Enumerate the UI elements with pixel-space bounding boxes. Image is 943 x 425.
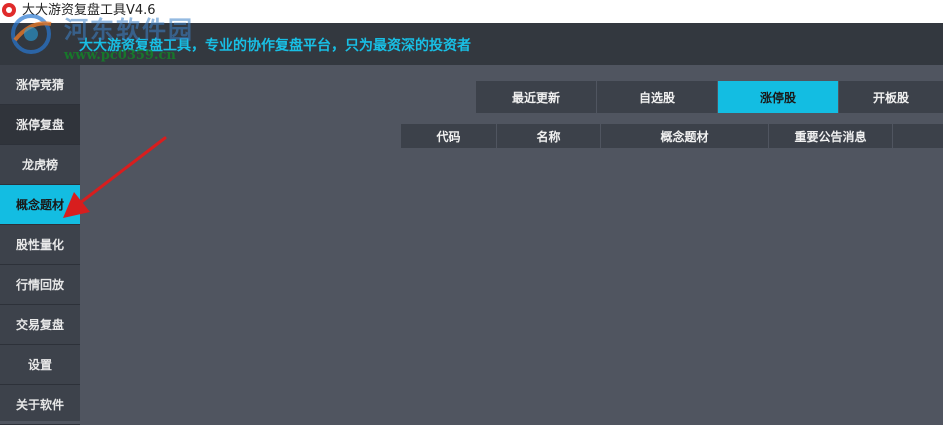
watermark-url: www.pc0359.cn	[64, 48, 176, 63]
watermark-logo-icon	[11, 14, 52, 54]
sidebar-item-label: 交易复盘	[15, 318, 64, 332]
tab-watchlist[interactable]: 自选股	[597, 81, 718, 113]
sidebar-item-dragon-tiger-list[interactable]: 龙虎榜	[0, 145, 80, 185]
sidebar-item-stock-quant[interactable]: 股性量化	[0, 225, 80, 265]
tab-label: 自选股	[638, 90, 675, 105]
column-label: 代码	[436, 129, 461, 144]
sidebar-item-trade-review[interactable]: 交易复盘	[0, 305, 80, 345]
sidebar-item-label: 关于软件	[15, 398, 64, 412]
table-header: 代码 名称 概念题材 重要公告消息	[401, 124, 943, 148]
column-label: 名称	[536, 129, 561, 144]
tab-limit-up-stocks[interactable]: 涨停股	[718, 81, 839, 113]
column-header-code[interactable]: 代码	[401, 124, 497, 148]
column-header-extra[interactable]	[893, 124, 943, 148]
stock-filter-tabs: 最近更新 自选股 涨停股 开板股	[476, 81, 943, 113]
sidebar-item-settings[interactable]: 设置	[0, 345, 80, 385]
tab-label: 开板股	[872, 90, 909, 105]
tab-recent-updates[interactable]: 最近更新	[476, 81, 597, 113]
sidebar-item-label: 股性量化	[15, 238, 64, 252]
sidebar-item-label: 涨停竞猜	[15, 78, 64, 92]
watermark-name: 河东软件园	[64, 16, 194, 44]
sidebar-item-concept-themes[interactable]: 概念题材	[0, 185, 80, 225]
sidebar-item-about[interactable]: 关于软件	[0, 385, 80, 425]
sidebar-item-market-replay[interactable]: 行情回放	[0, 265, 80, 305]
column-header-announcements[interactable]: 重要公告消息	[769, 124, 893, 148]
sidebar-item-limit-up-guess[interactable]: 涨停竞猜	[0, 65, 80, 105]
sidebar: 涨停竞猜 涨停复盘 龙虎榜 概念题材 股性量化 行情回放 交易复盘 设置 关于软…	[0, 65, 80, 425]
sidebar-item-label: 龙虎榜	[21, 158, 58, 172]
column-header-concept[interactable]: 概念题材	[601, 124, 769, 148]
tab-label: 涨停股	[759, 90, 796, 105]
column-label: 重要公告消息	[794, 129, 867, 144]
sidebar-item-label: 概念题材	[15, 198, 64, 212]
sidebar-item-label: 行情回放	[15, 278, 64, 292]
sidebar-item-label: 涨停复盘	[15, 118, 64, 132]
tab-opened-board-stocks[interactable]: 开板股	[839, 81, 943, 113]
sidebar-item-limit-up-review[interactable]: 涨停复盘	[0, 105, 80, 145]
sidebar-item-label: 设置	[27, 358, 52, 372]
tab-label: 最近更新	[511, 90, 560, 105]
column-label: 概念题材	[660, 129, 709, 144]
column-header-name[interactable]: 名称	[497, 124, 601, 148]
